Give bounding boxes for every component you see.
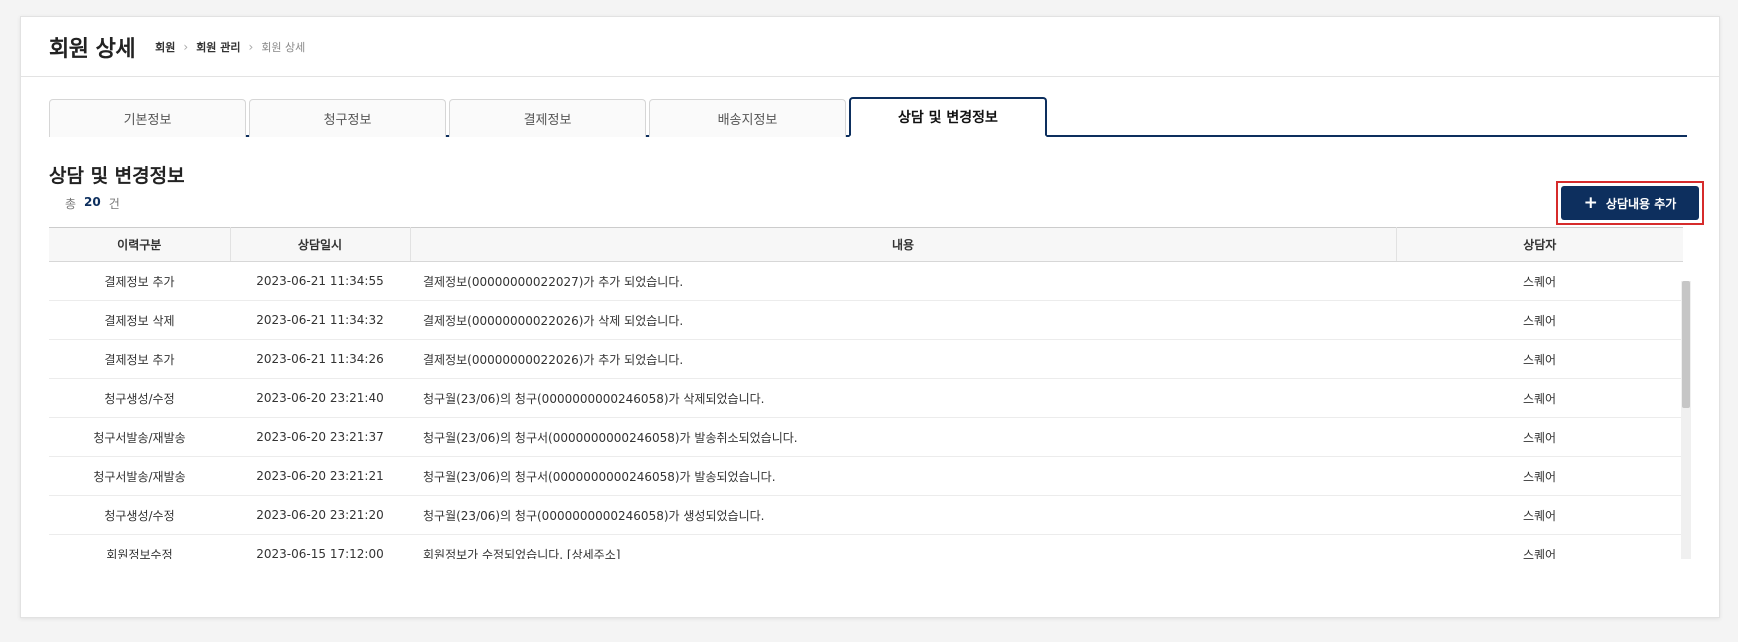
chevron-right-icon: › <box>248 39 254 54</box>
table-header-row: 이력구분 상담일시 내용 상담자 <box>49 227 1683 262</box>
table-body: 결제정보 추가 2023-06-21 11:34:55 결제정보(000000000… <box>49 261 1683 559</box>
table-row[interactable]: 청구생성/수정 2023-06-20 23:21:20 청구월(23/06)의 청구… <box>49 495 1683 535</box>
column-header-type[interactable]: 이력구분 <box>49 227 231 262</box>
cell-content: 청구월(23/06)의 청구(0000000000246058)가 생성되었습니… <box>410 495 1396 535</box>
add-button-highlight: + 상담내용 추가 <box>1556 181 1704 225</box>
cell-counselor: 스퀘어 <box>1396 378 1683 418</box>
cell-type: 청구생성/수정 <box>49 378 230 418</box>
member-detail-panel: 회원 상세 회원 › 회원 관리 › 회원 상세 기본정보 청구정보 결제정보 … <box>20 16 1720 618</box>
cell-datetime: 2023-06-21 11:34:26 <box>230 339 410 379</box>
breadcrumb-item-member[interactable]: 회원 <box>155 39 175 55</box>
section-title: 상담 및 변경정보 <box>49 165 185 187</box>
cell-type: 회원정보수정 <box>49 534 230 559</box>
cell-content: 청구월(23/06)의 청구(0000000000246058)가 삭제되었습니… <box>410 378 1396 418</box>
cell-counselor: 스퀘어 <box>1396 495 1683 535</box>
tab-basic-info[interactable]: 기본정보 <box>49 99 246 137</box>
cell-counselor: 스퀘어 <box>1396 339 1683 379</box>
tab-payment-info[interactable]: 결제정보 <box>449 99 646 137</box>
cell-type: 청구서발송/재발송 <box>49 456 230 496</box>
cell-type: 결제정보 삭제 <box>49 300 230 340</box>
cell-counselor: 스퀘어 <box>1396 417 1683 457</box>
cell-content: 결제정보(00000000022026)가 삭제 되었습니다. <box>410 300 1396 340</box>
tab-bar: 기본정보 청구정보 결제정보 배송지정보 상담 및 변경정보 <box>49 97 1687 137</box>
cell-counselor: 스퀘어 <box>1396 261 1683 301</box>
tab-consultation-history[interactable]: 상담 및 변경정보 <box>849 97 1047 137</box>
cell-type: 청구서발송/재발송 <box>49 417 230 457</box>
cell-content: 결제정보(00000000022026)가 추가 되었습니다. <box>410 339 1396 379</box>
breadcrumb-item-member-detail: 회원 상세 <box>261 40 306 54</box>
cell-type: 결제정보 추가 <box>49 261 230 301</box>
cell-type: 결제정보 추가 <box>49 339 230 379</box>
table-row[interactable]: 청구서발송/재발송 2023-06-20 23:21:37 청구월(23/06)의 … <box>49 417 1683 457</box>
chevron-right-icon: › <box>183 39 189 54</box>
column-header-datetime[interactable]: 상담일시 <box>230 227 411 262</box>
cell-datetime: 2023-06-21 11:34:32 <box>230 300 410 340</box>
table-row[interactable]: 청구서발송/재발송 2023-06-20 23:21:21 청구월(23/06)의 … <box>49 456 1683 496</box>
history-table: 이력구분 상담일시 내용 상담자 결제정보 추가 2023-06-21 11:34… <box>49 227 1683 559</box>
table-row[interactable]: 결제정보 추가 2023-06-21 11:34:55 결제정보(000000000… <box>49 261 1683 301</box>
table-row[interactable]: 결제정보 추가 2023-06-21 11:34:26 결제정보(000000000… <box>49 339 1683 379</box>
cell-datetime: 2023-06-20 23:21:40 <box>230 378 410 418</box>
cell-datetime: 2023-06-20 23:21:37 <box>230 417 410 457</box>
scrollbar-thumb[interactable] <box>1682 281 1690 408</box>
table-row[interactable]: 결제정보 삭제 2023-06-21 11:34:32 결제정보(000000000… <box>49 300 1683 340</box>
cell-content: 회원정보가 수정되었습니다. [상세주소] <box>410 534 1396 559</box>
tab-shipping-info[interactable]: 배송지정보 <box>649 99 846 137</box>
table-row[interactable]: 청구생성/수정 2023-06-20 23:21:40 청구월(23/06)의 청구… <box>49 378 1683 418</box>
cell-datetime: 2023-06-21 11:34:55 <box>230 261 410 301</box>
cell-counselor: 스퀘어 <box>1396 534 1683 559</box>
count-suffix: 건 <box>108 197 120 211</box>
history-table-wrapper: 이력구분 상담일시 내용 상담자 결제정보 추가 2023-06-21 11:34… <box>49 227 1693 559</box>
add-consultation-button[interactable]: + 상담내용 추가 <box>1561 186 1699 220</box>
cell-content: 결제정보(00000000022027)가 추가 되었습니다. <box>410 261 1396 301</box>
tab-billing-info[interactable]: 청구정보 <box>249 99 446 137</box>
add-consultation-label: 상담내용 추가 <box>1605 196 1677 211</box>
cell-counselor: 스퀘어 <box>1396 300 1683 340</box>
table-scrollbar[interactable] <box>1681 281 1691 559</box>
cell-datetime: 2023-06-20 23:21:20 <box>230 495 410 535</box>
count-value: 20 <box>84 195 101 209</box>
count-prefix: 총 <box>65 197 77 211</box>
cell-type: 청구생성/수정 <box>49 495 230 535</box>
plus-icon: + <box>1583 192 1598 213</box>
page-title: 회원 상세 <box>49 36 136 62</box>
total-count: 총 20 건 <box>65 195 120 212</box>
cell-content: 청구월(23/06)의 청구서(0000000000246058)가 발송취소되… <box>410 417 1396 457</box>
column-header-counselor[interactable]: 상담자 <box>1396 227 1683 262</box>
cell-counselor: 스퀘어 <box>1396 456 1683 496</box>
breadcrumb: 회원 › 회원 관리 › 회원 상세 <box>155 39 305 55</box>
cell-datetime: 2023-06-15 17:12:00 <box>230 534 410 559</box>
cell-content: 청구월(23/06)의 청구서(0000000000246058)가 발송되었습… <box>410 456 1396 496</box>
table-row[interactable]: 회원정보수정 2023-06-15 17:12:00 회원정보가 수정되었습니다. … <box>49 534 1683 559</box>
breadcrumb-item-member-management[interactable]: 회원 관리 <box>196 39 240 55</box>
page-header: 회원 상세 회원 › 회원 관리 › 회원 상세 <box>21 17 1719 77</box>
cell-datetime: 2023-06-20 23:21:21 <box>230 456 410 496</box>
column-header-content[interactable]: 내용 <box>410 227 1397 262</box>
